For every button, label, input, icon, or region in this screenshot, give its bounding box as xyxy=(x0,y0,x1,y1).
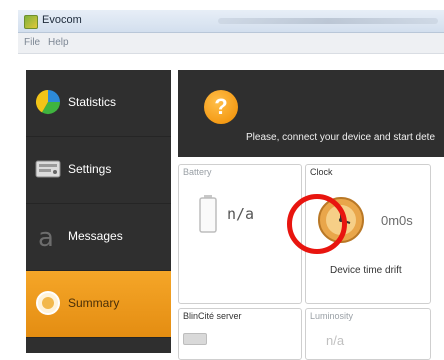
highlight-circle xyxy=(287,194,347,254)
clock-label: Clock xyxy=(310,167,333,177)
sidebar-item-label: Settings xyxy=(68,162,112,176)
server-label: BlinCité server xyxy=(183,311,242,321)
sidebar-item-settings[interactable]: Settings xyxy=(26,137,171,204)
sidebar-item-label: Messages xyxy=(68,229,123,243)
app-icon xyxy=(24,15,38,29)
menu-file[interactable]: File xyxy=(24,37,40,48)
clock-drift-value: 0m0s xyxy=(381,213,413,228)
sidebar: Statistics Settings a Messages Summary xyxy=(26,70,171,353)
sidebar-item-summary[interactable]: Summary xyxy=(26,271,171,338)
luminosity-label: Luminosity xyxy=(310,311,354,321)
statistics-icon xyxy=(35,89,60,115)
server-card: BlinCité server xyxy=(178,308,302,360)
server-button[interactable] xyxy=(183,333,207,345)
clock-drift-caption: Device time drift xyxy=(330,265,402,276)
window-titlebar: Evocom xyxy=(18,10,444,33)
summary-icon xyxy=(36,291,60,315)
question-icon: ? xyxy=(204,90,238,124)
menu-bar: File Help xyxy=(18,33,444,54)
luminosity-card: Luminosity n/a xyxy=(305,308,431,360)
sidebar-item-label: Statistics xyxy=(68,95,117,109)
battery-icon xyxy=(199,195,217,233)
sidebar-item-statistics[interactable]: Statistics xyxy=(26,70,171,137)
battery-label: Battery xyxy=(183,167,212,177)
svg-text:a: a xyxy=(38,223,54,250)
banner-message: Please, connect your device and start de… xyxy=(246,132,436,143)
settings-icon xyxy=(35,160,61,178)
luminosity-value: n/a xyxy=(326,333,345,348)
sidebar-item-messages[interactable]: a Messages xyxy=(26,204,171,271)
title-blur xyxy=(218,18,438,24)
battery-card: Battery n/a xyxy=(178,164,302,304)
sidebar-item-label: Summary xyxy=(68,296,120,310)
battery-value: n/a xyxy=(227,205,255,223)
messages-icon: a xyxy=(38,223,54,250)
connect-banner: ? Please, connect your device and start … xyxy=(178,70,444,157)
menu-help[interactable]: Help xyxy=(48,37,69,48)
window-title: Evocom xyxy=(42,14,82,26)
